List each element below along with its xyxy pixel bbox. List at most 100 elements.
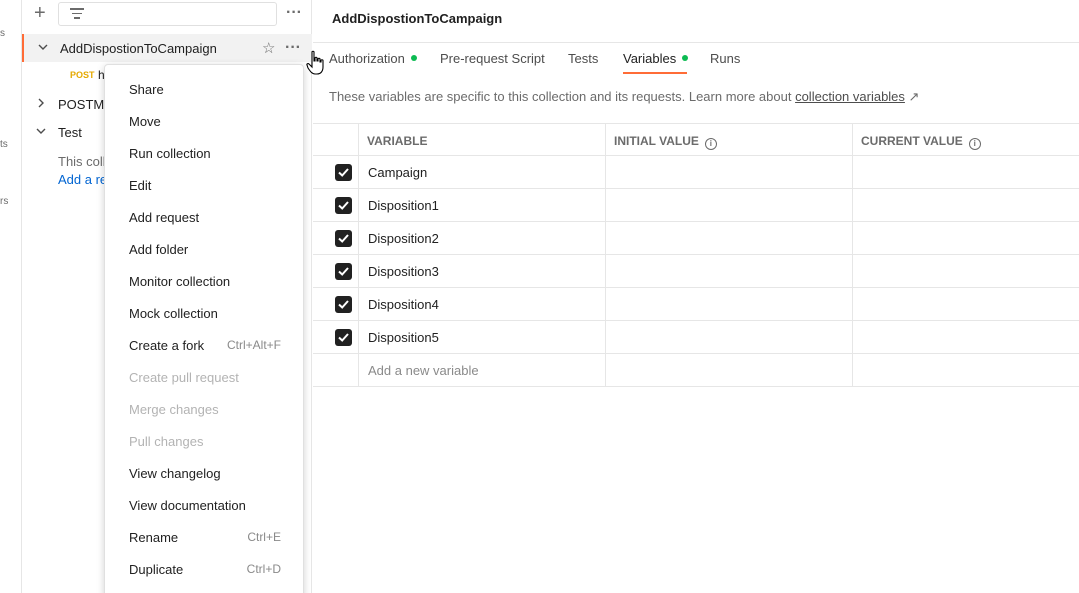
variable-cell[interactable]: Disposition2: [358, 222, 605, 255]
initial-value-cell[interactable]: [605, 222, 852, 255]
table-row: Disposition1: [313, 189, 1079, 222]
context-menu: Share Move Run collection Edit Add request Ad…: [104, 64, 304, 593]
tab-label: Tests: [568, 51, 599, 66]
menu-item-monitor-collection[interactable]: Monitor collection: [105, 265, 303, 297]
enabled-checkbox[interactable]: [335, 329, 352, 346]
more-options-icon[interactable]: ···: [286, 5, 302, 21]
header-cell: CURRENT VALUE i: [852, 124, 1079, 157]
collection-variables-link[interactable]: collection variables: [795, 89, 905, 104]
new-variable-input[interactable]: Add a new variable: [358, 354, 605, 387]
menu-item-mock-collection[interactable]: Mock collection: [105, 297, 303, 329]
current-value-cell[interactable]: [852, 189, 1079, 222]
menu-item-label: Move: [129, 114, 161, 129]
add-request-link[interactable]: Add a re: [58, 172, 107, 187]
current-value-cell[interactable]: [852, 222, 1079, 255]
menu-item-label: Edit: [129, 178, 152, 193]
rail-label[interactable]: s: [0, 28, 5, 39]
menu-item-label: Duplicate: [129, 562, 184, 577]
menu-item-run-collection[interactable]: Run collection: [105, 137, 303, 169]
menu-item-share[interactable]: Share: [105, 73, 303, 105]
enabled-checkbox[interactable]: [335, 197, 352, 214]
variable-cell[interactable]: Disposition5: [358, 321, 605, 354]
menu-item-label: Monitor collection: [129, 274, 231, 289]
variable-cell[interactable]: Disposition1: [358, 189, 605, 222]
menu-item-create-a-fork[interactable]: Create a fork Ctrl+Alt+F: [105, 329, 303, 361]
checkbox-cell: [313, 222, 358, 255]
header-cell: INITIAL VALUE i: [605, 124, 852, 157]
title-bar: AddDispostionToCampaign: [313, 0, 1079, 43]
initial-value-cell[interactable]: [605, 354, 852, 387]
enabled-checkbox[interactable]: [335, 296, 352, 313]
new-variable-placeholder: Add a new variable: [368, 363, 479, 378]
collection-item[interactable]: AddDispostionToCampaign ☆ ···: [22, 34, 312, 62]
variable-name: Disposition2: [368, 231, 439, 246]
initial-value-cell[interactable]: [605, 156, 852, 189]
menu-item-add-request[interactable]: Add request: [105, 201, 303, 233]
info-text: These variables are specific to this col…: [329, 89, 919, 105]
current-value-cell[interactable]: [852, 255, 1079, 288]
checkmark-icon: [338, 168, 349, 177]
info-icon[interactable]: i: [968, 138, 981, 150]
chevron-right-icon[interactable]: [36, 98, 46, 108]
checkbox-cell: [313, 288, 358, 321]
current-value-cell[interactable]: [852, 156, 1079, 189]
menu-item-shortcut: Ctrl+E: [247, 530, 281, 544]
tab-authorization[interactable]: Authorization: [329, 51, 417, 75]
column-header-current: CURRENT VALUE i: [861, 134, 981, 150]
filter-icon[interactable]: [69, 8, 85, 20]
star-icon[interactable]: ☆: [262, 39, 275, 57]
header-cell: VARIABLE: [358, 124, 605, 157]
rail-label[interactable]: rs: [0, 196, 8, 207]
variable-cell[interactable]: Campaign: [358, 156, 605, 189]
current-value-cell[interactable]: [852, 288, 1079, 321]
menu-item-shortcut: Ctrl+D: [246, 562, 281, 576]
initial-value-cell[interactable]: [605, 189, 852, 222]
enabled-checkbox[interactable]: [335, 230, 352, 247]
method-badge: POST: [70, 70, 95, 80]
tab-pre-request-script[interactable]: Pre-request Script: [440, 51, 545, 75]
info-description: These variables are specific to this col…: [329, 89, 796, 104]
chevron-down-icon[interactable]: [38, 42, 48, 52]
variable-cell[interactable]: Disposition4: [358, 288, 605, 321]
menu-item-label: Create pull request: [129, 370, 239, 385]
table-row: Disposition3: [313, 255, 1079, 288]
tab-tests[interactable]: Tests: [568, 51, 598, 75]
menu-item-edit[interactable]: Edit: [105, 169, 303, 201]
page-title: AddDispostionToCampaign: [332, 11, 503, 26]
menu-item-add-folder[interactable]: Add folder: [105, 233, 303, 265]
table-row: Disposition5: [313, 321, 1079, 354]
enabled-checkbox[interactable]: [335, 263, 352, 280]
variable-cell[interactable]: Disposition3: [358, 255, 605, 288]
current-value-cell[interactable]: [852, 321, 1079, 354]
more-options-icon[interactable]: ···: [285, 40, 301, 56]
rail-label[interactable]: ts: [0, 139, 8, 150]
menu-item-label: Add folder: [129, 242, 189, 257]
menu-item-label: Share: [129, 82, 164, 97]
info-icon[interactable]: i: [704, 138, 717, 150]
menu-item-merge-changes: Merge changes: [105, 393, 303, 425]
header-label: CURRENT VALUE: [861, 134, 963, 148]
variable-name: Disposition4: [368, 297, 439, 312]
plus-icon[interactable]: +: [34, 3, 50, 24]
initial-value-cell[interactable]: [605, 321, 852, 354]
menu-item-label: Run collection: [129, 146, 211, 161]
menu-item-label: View changelog: [129, 466, 221, 481]
initial-value-cell[interactable]: [605, 255, 852, 288]
menu-item-view-changelog[interactable]: View changelog: [105, 457, 303, 489]
variable-name: Campaign: [368, 165, 428, 180]
menu-item-create-pull-request: Create pull request: [105, 361, 303, 393]
enabled-checkbox[interactable]: [335, 164, 352, 181]
menu-item-rename[interactable]: Rename Ctrl+E: [105, 521, 303, 553]
menu-item-move[interactable]: Move: [105, 105, 303, 137]
menu-item-duplicate[interactable]: Duplicate Ctrl+D: [105, 553, 303, 585]
chevron-down-icon[interactable]: [36, 126, 46, 136]
menu-item-view-documentation[interactable]: View documentation: [105, 489, 303, 521]
sidebar-toolbar: + ···: [22, 0, 312, 30]
header-label: INITIAL VALUE: [614, 134, 699, 148]
filter-input[interactable]: [58, 2, 277, 26]
initial-value-cell[interactable]: [605, 288, 852, 321]
checkbox-cell: [313, 189, 358, 222]
current-value-cell[interactable]: [852, 354, 1079, 387]
table-row: Disposition4: [313, 288, 1079, 321]
tab-runs[interactable]: Runs: [710, 51, 740, 75]
